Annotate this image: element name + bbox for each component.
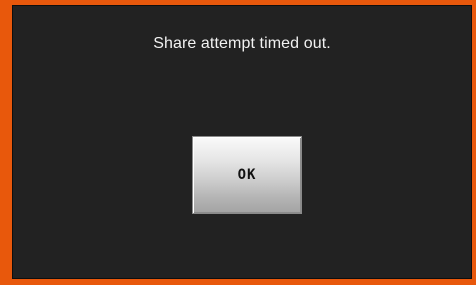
ok-button-label: OK	[237, 167, 257, 183]
timeout-dialog: Share attempt timed out. OK	[0, 0, 476, 285]
dialog-message: Share attempt timed out.	[153, 35, 331, 52]
ok-button[interactable]: OK	[192, 136, 302, 214]
